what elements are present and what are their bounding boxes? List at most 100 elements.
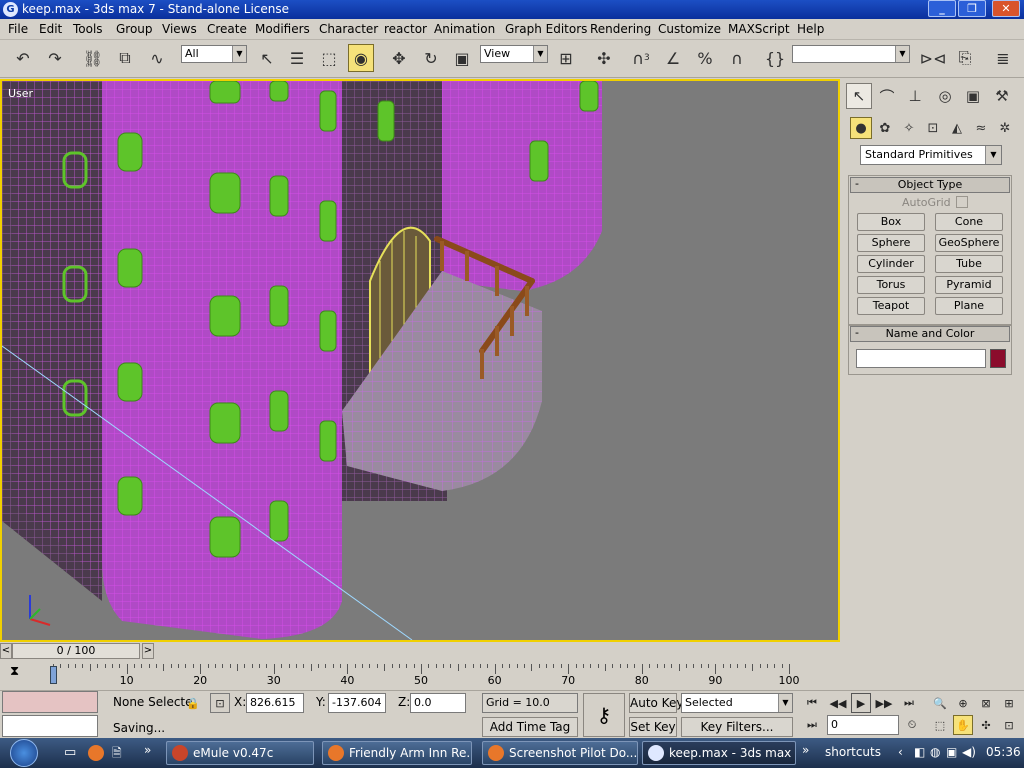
current-frame-field[interactable]: 0	[827, 715, 899, 735]
z-coordinate-field[interactable]: 0.0	[410, 693, 466, 713]
select-and-move-icon[interactable]: ✥	[386, 44, 412, 72]
next-frame-icon[interactable]: >	[142, 643, 154, 659]
lock-selection-icon[interactable]: 🔒	[183, 693, 203, 713]
percent-snap-icon[interactable]: %	[692, 44, 718, 72]
viewport-label[interactable]: User	[8, 87, 33, 100]
menu-views[interactable]: Views	[162, 22, 197, 36]
torus-button[interactable]: Torus	[857, 276, 925, 294]
maxscript-listener-white[interactable]	[2, 715, 98, 737]
geometry-icon[interactable]: ●	[850, 117, 872, 139]
volume-icon[interactable]: ◀)	[962, 745, 976, 759]
quick-launch-icon[interactable]: 🗎	[112, 744, 128, 760]
snap-toggle-icon[interactable]: ∩ 3	[628, 44, 654, 72]
redo-icon[interactable]: ↷	[42, 44, 68, 72]
restore-button[interactable]: ❐	[958, 0, 986, 17]
cylinder-button[interactable]: Cylinder	[857, 255, 925, 273]
tube-button[interactable]: Tube	[935, 255, 1003, 273]
app-icon[interactable]: G	[3, 2, 18, 17]
task-friendly-arm-inn[interactable]: Friendly Arm Inn Re...	[322, 741, 472, 765]
systems-icon[interactable]: ✲	[994, 117, 1016, 139]
quick-launch-more[interactable]: »	[144, 743, 151, 757]
set-key-icon[interactable]: ⚷	[583, 693, 625, 737]
utilities-panel-icon[interactable]: ⚒	[989, 83, 1015, 109]
go-to-end-icon[interactable]: ⏭	[899, 693, 919, 713]
link-icon[interactable]: ⛓	[80, 44, 106, 72]
reference-coordinate-select[interactable]: View ▼	[480, 45, 548, 63]
named-selection-select[interactable]: ▼	[792, 45, 910, 63]
show-desktop-icon[interactable]: ▭	[64, 745, 80, 761]
absolute-mode-icon[interactable]: ⊡	[210, 693, 230, 713]
task-screenshot-pilot[interactable]: Screenshot Pilot Do...	[482, 741, 638, 765]
hierarchy-panel-icon[interactable]: ⊥	[902, 83, 928, 109]
region-zoom-icon[interactable]: ⬚	[930, 715, 950, 735]
start-button[interactable]	[2, 738, 56, 768]
maxscript-listener-pink[interactable]	[2, 691, 98, 713]
clock[interactable]: 05:36	[986, 745, 1021, 759]
arc-rotate-icon[interactable]: ✣	[976, 715, 996, 735]
x-coordinate-field[interactable]: 826.615	[246, 693, 304, 713]
lights-icon[interactable]: ✧	[898, 117, 920, 139]
menu-graph-editors[interactable]: Graph Editors	[505, 22, 587, 36]
object-color-swatch[interactable]	[990, 349, 1006, 368]
pivot-center-icon[interactable]: ⊞	[553, 44, 579, 72]
previous-key-icon[interactable]: ◀◀	[828, 693, 848, 713]
select-and-rotate-icon[interactable]: ↻	[418, 44, 444, 72]
pan-view-icon[interactable]: ✋	[953, 715, 973, 735]
maximize-viewport-icon[interactable]: ⊡	[999, 715, 1019, 735]
display-icon[interactable]: ▣	[946, 745, 957, 759]
box-button[interactable]: Box	[857, 213, 925, 231]
play-icon[interactable]: ▶	[851, 693, 871, 713]
create-panel-icon[interactable]: ↖	[846, 83, 872, 109]
name-color-header[interactable]: - Name and Color	[850, 326, 1010, 342]
object-type-header[interactable]: - Object Type	[850, 177, 1010, 193]
object-category-select[interactable]: Standard Primitives ▼	[860, 145, 1002, 165]
shapes-icon[interactable]: ✿	[874, 117, 896, 139]
motion-panel-icon[interactable]: ◎	[932, 83, 958, 109]
selection-filter-select[interactable]: All ▼	[181, 45, 247, 63]
spinner-snap-icon[interactable]: ∩	[724, 44, 750, 72]
track-bar[interactable]: ⧗ 0102030405060708090100	[0, 660, 842, 690]
time-configuration-icon[interactable]: ⏲	[902, 715, 922, 735]
network-icon[interactable]: ◧	[914, 745, 925, 759]
add-time-tag-button[interactable]: Add Time Tag	[482, 717, 578, 737]
zoom-extents-icon[interactable]: ⊠	[976, 693, 996, 713]
auto-key-button[interactable]: Auto Key	[629, 693, 683, 713]
window-crossing-icon[interactable]: ◉	[348, 44, 374, 72]
set-key-button[interactable]: Set Key	[629, 717, 677, 737]
task-3ds-max[interactable]: keep.max - 3ds max ...	[642, 741, 796, 765]
menu-animation[interactable]: Animation	[434, 22, 495, 36]
minimize-button[interactable]: _	[928, 0, 956, 17]
display-panel-icon[interactable]: ▣	[960, 83, 986, 109]
angle-snap-icon[interactable]: ∠	[660, 44, 686, 72]
geosphere-button[interactable]: GeoSphere	[935, 234, 1003, 252]
select-by-name-icon[interactable]: ☰	[284, 44, 310, 72]
close-button[interactable]: ✕	[992, 0, 1020, 17]
key-mode-select[interactable]: Selected ▼	[681, 693, 793, 713]
mini-curve-editor-icon[interactable]: ⧗	[10, 664, 32, 682]
menu-rendering[interactable]: Rendering	[590, 22, 651, 36]
menu-create[interactable]: Create	[207, 22, 247, 36]
shortcuts-toolbar-label[interactable]: shortcuts	[825, 745, 881, 759]
select-and-scale-icon[interactable]: ▣	[449, 44, 475, 72]
sphere-button[interactable]: Sphere	[857, 234, 925, 252]
align-icon[interactable]: ⎘	[952, 44, 978, 72]
key-mode-toggle-icon[interactable]: ⏭	[802, 715, 822, 735]
helpers-icon[interactable]: ◭	[946, 117, 968, 139]
menu-edit[interactable]: Edit	[39, 22, 62, 36]
plane-button[interactable]: Plane	[935, 297, 1003, 315]
tray-app-icon[interactable]: ◍	[930, 745, 940, 759]
layer-manager-icon[interactable]: ≣	[990, 44, 1016, 72]
bind-space-warp-icon[interactable]: ∿	[144, 44, 170, 72]
viewport-user[interactable]: User	[0, 79, 840, 642]
object-name-input[interactable]	[856, 349, 986, 368]
menu-help[interactable]: Help	[797, 22, 824, 36]
menu-file[interactable]: File	[8, 22, 28, 36]
task-more[interactable]: »	[802, 743, 809, 757]
modify-panel-icon[interactable]: ⌒	[874, 83, 900, 109]
cone-button[interactable]: Cone	[935, 213, 1003, 231]
teapot-button[interactable]: Teapot	[857, 297, 925, 315]
time-slider-handle[interactable]: 0 / 100	[12, 643, 140, 659]
task-emule[interactable]: eMule v0.47c	[166, 741, 314, 765]
current-time-marker[interactable]	[50, 666, 57, 684]
select-object-icon[interactable]: ↖	[254, 44, 280, 72]
